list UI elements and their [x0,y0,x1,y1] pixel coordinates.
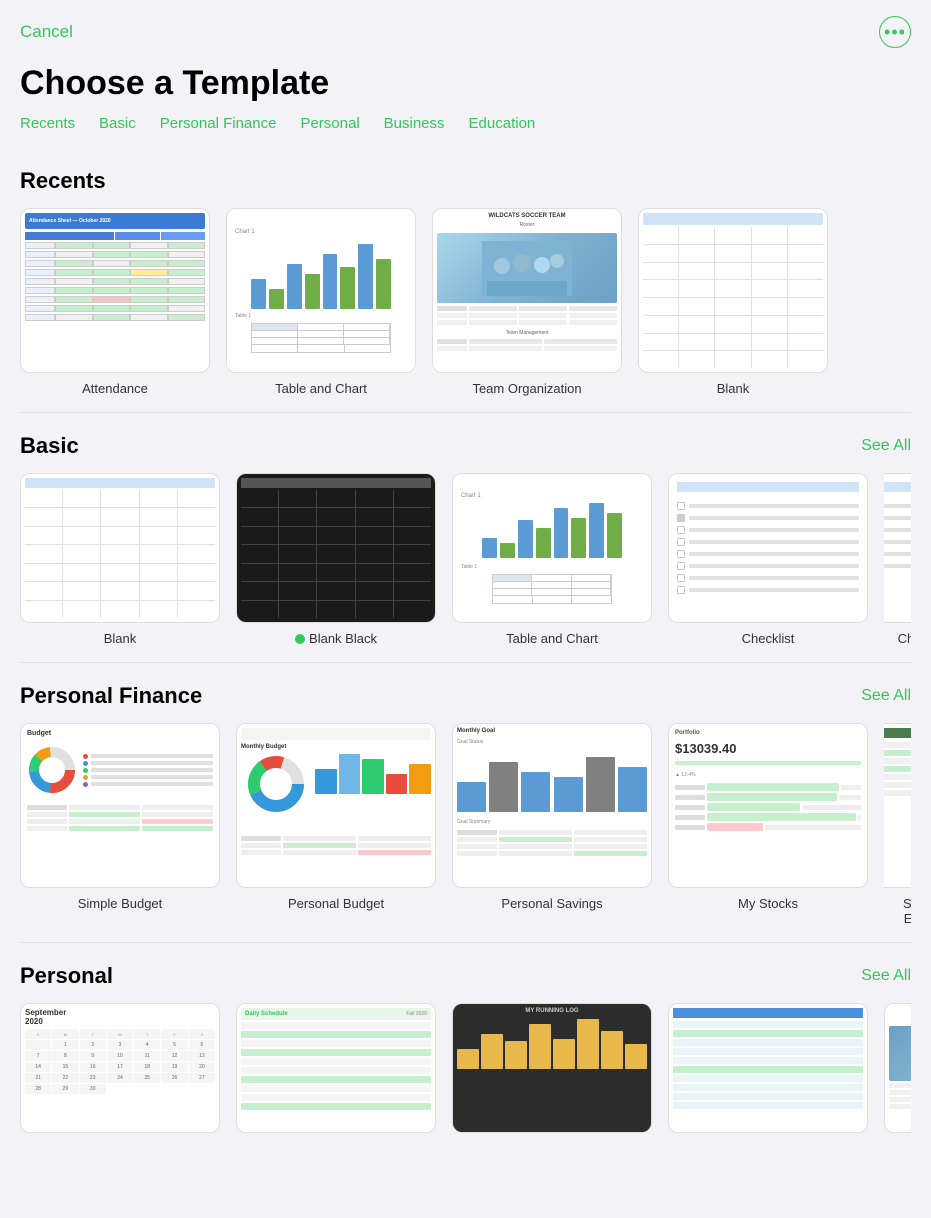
tab-business[interactable]: Business [384,115,445,132]
personal-header: Personal See All [20,963,911,989]
personal-finance-see-all[interactable]: See All [861,687,911,705]
blank-basic-thumbnail [20,473,220,623]
recents-title: Recents [20,168,106,194]
cancel-button[interactable]: Cancel [20,22,73,42]
personal-finance-title: Personal Finance [20,683,202,709]
personal-finance-section: Personal Finance See All Budget [0,663,931,942]
template-table-chart-basic[interactable]: Chart 1 Table 1 [452,473,652,646]
daily-schedule-thumbnail: Daily Schedule Fall 2020 [236,1003,436,1133]
template-simple-budget[interactable]: Budget [20,723,220,926]
simple-budget-label: Simple Budget [78,896,163,911]
shared-expenses-thumbnail: Shared Expenses [884,723,911,888]
more-options-button[interactable]: ••• [879,16,911,48]
template-blank-recents[interactable]: Blank [638,208,828,396]
template-team-org[interactable]: WILDCATS SOCCER TEAM Roster [432,208,622,396]
calendar-thumbnail: September2020 SMTWTFS 123456 78910111213… [20,1003,220,1133]
basic-title: Basic [20,433,79,459]
personal-budget-thumbnail: Monthly Budget [236,723,436,888]
template-attendance[interactable]: Attendance Sheet — October 2020 [20,208,210,396]
recents-header: Recents [20,168,911,194]
table-chart-label: Table and Chart [275,381,367,396]
my-stocks-thumbnail: Portfolio $13039.40 ▲ 12.4% [668,723,868,888]
tab-basic[interactable]: Basic [99,115,136,132]
blank-black-label: Blank Black [295,631,377,646]
personal-savings-label: Personal Savings [501,896,602,911]
template-table-chart[interactable]: Chart 1 Table 1 [226,208,416,396]
tab-personal-finance[interactable]: Personal Finance [160,115,277,132]
template-remodel[interactable] [668,1003,868,1141]
basic-templates-row: Blank [20,473,911,654]
personal-see-all[interactable]: See All [861,967,911,985]
checklist-thumbnail [668,473,868,623]
template-personal-budget[interactable]: Monthly Budget [236,723,436,926]
personal-finance-header: Personal Finance See All [20,683,911,709]
table-chart-thumbnail: Chart 1 Table 1 [226,208,416,373]
my-stocks-label: My Stocks [738,896,798,911]
template-wildcats-personal[interactable]: WILDCATS SOCCER TEAM Roster [884,1003,911,1141]
template-personal-savings[interactable]: Monthly Goal Goal Status [452,723,652,926]
more-icon: ••• [884,22,906,43]
blank-recents-label: Blank [717,381,750,396]
green-dot-indicator [295,634,305,644]
personal-finance-templates-row: Budget [20,723,911,934]
personal-budget-label: Personal Budget [288,896,384,911]
personal-section: Personal See All September2020 SMTWTFS 1… [0,943,931,1157]
recents-section: Recents Attendance Sheet — October 2020 [0,148,931,412]
checklist-label: Checklist [742,631,795,646]
page-title: Choose a Template [0,56,931,115]
template-blank-basic[interactable]: Blank [20,473,220,646]
checklist2-label: Checklist [898,631,911,646]
recents-templates-row: Attendance Sheet — October 2020 [20,208,911,404]
attendance-label: Attendance [82,381,148,396]
blank-black-thumbnail [236,473,436,623]
team-org-label: Team Organization [472,381,581,396]
template-shared-expenses[interactable]: Shared Expenses Shared Expe... [884,723,911,926]
table-chart-basic-label: Table and Chart [506,631,598,646]
basic-section: Basic See All [0,413,931,662]
running-log-thumbnail: MY RUNNING LOG [452,1003,652,1133]
top-bar: Cancel ••• [0,0,931,56]
tab-recents[interactable]: Recents [20,115,75,132]
team-org-thumbnail: WILDCATS SOCCER TEAM Roster [432,208,622,373]
template-checklist[interactable]: Checklist [668,473,868,646]
template-checklist2[interactable]: Checklist [884,473,911,646]
template-my-stocks[interactable]: Portfolio $13039.40 ▲ 12.4% [668,723,868,926]
basic-header: Basic See All [20,433,911,459]
template-running-log[interactable]: MY RUNNING LOG [452,1003,652,1141]
tab-personal[interactable]: Personal [300,115,359,132]
personal-savings-thumbnail: Monthly Goal Goal Status [452,723,652,888]
shared-expenses-label: Shared Expe... [884,896,911,926]
simple-budget-thumbnail: Budget [20,723,220,888]
basic-see-all[interactable]: See All [861,437,911,455]
table-chart-basic-thumbnail: Chart 1 Table 1 [452,473,652,623]
template-daily-schedule[interactable]: Daily Schedule Fall 2020 [236,1003,436,1141]
attendance-thumbnail: Attendance Sheet — October 2020 [20,208,210,373]
tab-education[interactable]: Education [469,115,536,132]
personal-title: Personal [20,963,113,989]
template-blank-black[interactable]: Blank Black [236,473,436,646]
blank-basic-label: Blank [104,631,137,646]
template-calendar[interactable]: September2020 SMTWTFS 123456 78910111213… [20,1003,220,1141]
personal-templates-row: September2020 SMTWTFS 123456 78910111213… [20,1003,911,1149]
remodel-thumbnail [668,1003,868,1133]
blank-recents-thumbnail [638,208,828,373]
wildcats-personal-thumbnail: WILDCATS SOCCER TEAM Roster [884,1003,911,1133]
checklist2-thumbnail [884,473,911,623]
nav-tabs: Recents Basic Personal Finance Personal … [0,115,931,148]
